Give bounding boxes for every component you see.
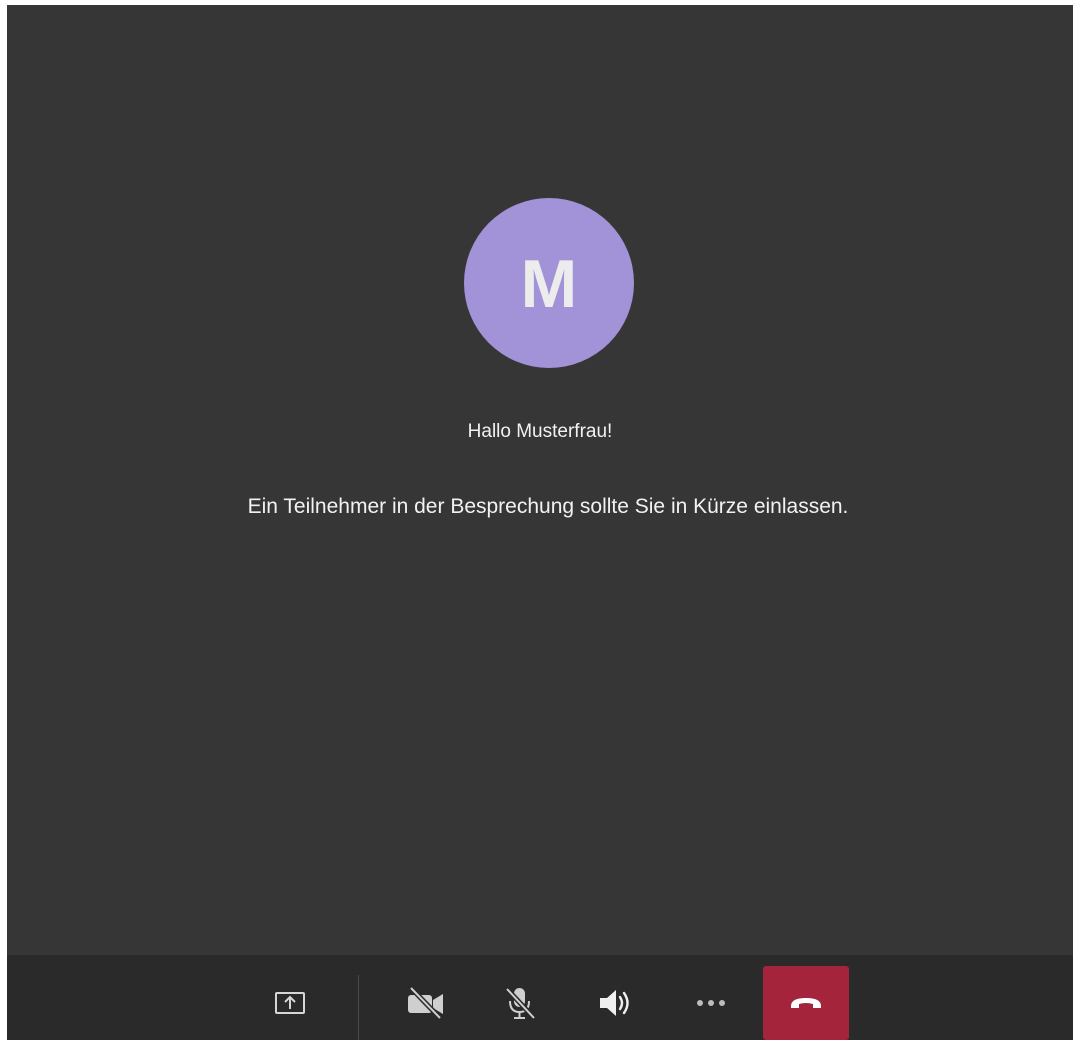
share-screen-button[interactable] [255, 966, 325, 1040]
mic-toggle-button[interactable] [485, 966, 555, 1040]
meeting-window: M Hallo Musterfrau! Ein Teilnehmer in de… [7, 5, 1073, 1040]
phone-hangup-icon [788, 995, 824, 1011]
waiting-message: Ein Teilnehmer in der Besprechung sollte… [247, 495, 849, 518]
avatar-initial: M [520, 246, 578, 322]
greeting-text: Hallo Musterfrau! [467, 421, 613, 442]
call-toolbar [7, 955, 1073, 1040]
speaker-icon [597, 986, 635, 1020]
mic-off-icon [502, 985, 538, 1021]
toolbar-divider [358, 975, 359, 1040]
lobby-stage: M Hallo Musterfrau! Ein Teilnehmer in de… [7, 5, 1073, 955]
camera-off-icon [406, 986, 446, 1020]
camera-toggle-button[interactable] [391, 966, 461, 1040]
hang-up-button[interactable] [763, 966, 849, 1040]
speaker-button[interactable] [581, 966, 651, 1040]
avatar: M [464, 198, 634, 368]
share-screen-icon [273, 990, 307, 1016]
more-options-button[interactable] [676, 966, 746, 1040]
more-icon [694, 998, 728, 1008]
